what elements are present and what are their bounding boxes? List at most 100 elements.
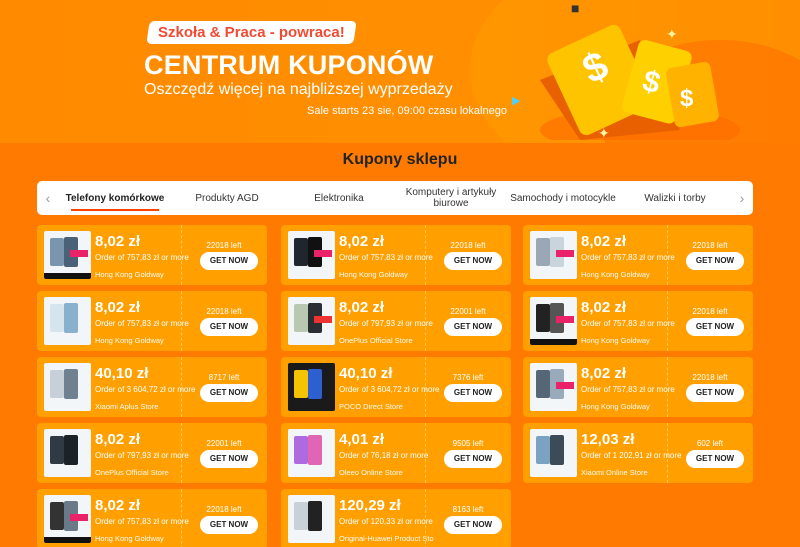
coupon-remaining: 22001 left: [450, 307, 486, 316]
chevron-right-icon[interactable]: ›: [731, 190, 753, 206]
sale-start-info: Sale starts 23 sie, 09:00 czasu lokalneg…: [307, 105, 507, 117]
coupon-store: Hong Kong Goldway: [95, 534, 164, 543]
coupon-card: 4,01 zł Order of 76,18 zł or more Oleeo …: [281, 423, 511, 483]
coupon-remaining: 22018 left: [450, 241, 486, 250]
product-image: [44, 297, 91, 345]
get-now-button[interactable]: GET NOW: [200, 516, 258, 534]
get-now-button[interactable]: GET NOW: [686, 384, 744, 402]
coupon-min-order: Order of 797,93 zł or more: [339, 319, 433, 328]
coupon-card: 8,02 zł Order of 757,83 zł or more Hong …: [523, 357, 753, 417]
coupon-store: Xiaomi Aplus Store: [95, 402, 159, 411]
coupon-min-order: Order of 757,83 zł or more: [581, 319, 675, 328]
product-image: [288, 495, 335, 543]
get-now-button[interactable]: GET NOW: [444, 450, 502, 468]
get-now-button[interactable]: GET NOW: [444, 516, 502, 534]
get-now-button[interactable]: GET NOW: [200, 252, 258, 270]
coupon-amount: 40,10 zł: [95, 365, 149, 382]
coupon-card: 12,03 zł Order of 1 202,91 zł or more Xi…: [523, 423, 753, 483]
coupon-min-order: Order of 757,83 zł or more: [95, 253, 189, 262]
coupon-amount: 8,02 zł: [581, 365, 627, 382]
coupon-card: 8,02 zł Order of 797,93 zł or more OnePl…: [281, 291, 511, 351]
product-image: [530, 297, 577, 345]
category-tabs: ‹ Telefony komórkowe Produkty AGD Elektr…: [37, 181, 753, 215]
product-image: [44, 363, 91, 411]
coupon-amount: 8,02 zł: [95, 233, 141, 250]
coupon-amount: 8,02 zł: [339, 299, 385, 316]
coupon-remaining: 22018 left: [206, 241, 242, 250]
tab-luggage-bags[interactable]: Walizki i torby: [619, 181, 731, 215]
coupon-store: Hong Kong Goldway: [339, 270, 408, 279]
product-image: [530, 429, 577, 477]
coupon-remaining: 9505 left: [452, 439, 484, 448]
coupon-card: 8,02 zł Order of 757,83 zł or more Hong …: [523, 225, 753, 285]
coupon-remaining: 8717 left: [208, 373, 240, 382]
chevron-left-icon[interactable]: ‹: [37, 190, 59, 206]
coupon-min-order: Order of 757,83 zł or more: [95, 319, 189, 328]
sparkle-icon: ✦: [666, 26, 678, 42]
coupon-illustration: $ $ $: [540, 24, 740, 140]
coupon-store: Hong Kong Goldway: [581, 336, 650, 345]
coupon-min-order: Order of 120,33 zł or more: [339, 517, 433, 526]
coupon-store: OnePlus Official Store: [339, 336, 413, 345]
tab-computers-office[interactable]: Komputery i artykuły biurowe: [395, 181, 507, 215]
coupon-store: OnePlus Official Store: [95, 468, 169, 477]
get-now-button[interactable]: GET NOW: [686, 450, 744, 468]
product-image: [288, 231, 335, 279]
coupon-store: Oleeo Online Store: [339, 468, 403, 477]
coupon-amount: 12,03 zł: [581, 431, 635, 448]
get-now-button[interactable]: GET NOW: [200, 450, 258, 468]
coupon-min-order: Order of 797,93 zł or more: [95, 451, 189, 460]
svg-text:$: $: [680, 85, 694, 112]
hero-title: CENTRUM KUPONÓW: [144, 50, 434, 80]
coupon-store: POCO Direct Store: [339, 402, 403, 411]
get-now-button[interactable]: GET NOW: [686, 252, 744, 270]
coupon-remaining: 22018 left: [692, 307, 728, 316]
tab-mobile-phones[interactable]: Telefony komórkowe: [59, 181, 171, 215]
product-image: [44, 231, 91, 279]
coupon-amount: 4,01 zł: [339, 431, 385, 448]
coupon-store: Hong Kong Goldway: [95, 270, 164, 279]
product-image: [530, 231, 577, 279]
coupon-card: 8,02 zł Order of 757,83 zł or more Hong …: [37, 225, 267, 285]
get-now-button[interactable]: GET NOW: [444, 384, 502, 402]
coupon-amount: 8,02 zł: [581, 233, 627, 250]
coupon-min-order: Order of 757,83 zł or more: [581, 253, 675, 262]
coupon-store: Xiaomi Online Store: [581, 468, 648, 477]
hero-subtitle: Oszczędź więcej na najbliższej wyprzedaż…: [144, 81, 453, 98]
coupon-amount: 120,29 zł: [339, 497, 401, 514]
product-image: [44, 495, 91, 543]
tab-electronics[interactable]: Elektronika: [283, 181, 395, 215]
coupon-remaining: 22018 left: [206, 307, 242, 316]
coupon-store: Hong Kong Goldway: [581, 402, 650, 411]
hero-tagline: Szkoła & Praca - powraca!: [146, 21, 357, 44]
coupon-store: Hong Kong Goldway: [581, 270, 650, 279]
coupon-remaining: 22018 left: [692, 241, 728, 250]
coupon-card: 8,02 zł Order of 757,83 zł or more Hong …: [37, 489, 267, 547]
coupon-min-order: Order of 76,18 zł or more: [339, 451, 429, 460]
get-now-button[interactable]: GET NOW: [686, 318, 744, 336]
coupon-amount: 8,02 zł: [339, 233, 385, 250]
tab-home-appliances[interactable]: Produkty AGD: [171, 181, 283, 215]
coupon-card: 8,02 zł Order of 757,83 zł or more Hong …: [37, 291, 267, 351]
coupon-amount: 8,02 zł: [95, 431, 141, 448]
coupon-remaining: 22018 left: [692, 373, 728, 382]
get-now-button[interactable]: GET NOW: [200, 318, 258, 336]
coupon-store: Hong Kong Goldway: [95, 336, 164, 345]
coupon-card: 120,29 zł Order of 120,33 zł or more Ori…: [281, 489, 511, 547]
get-now-button[interactable]: GET NOW: [200, 384, 258, 402]
get-now-button[interactable]: GET NOW: [444, 318, 502, 336]
coupon-amount: 40,10 zł: [339, 365, 393, 382]
product-image: [288, 429, 335, 477]
sparkle-icon: ✦: [598, 125, 610, 141]
coupon-min-order: Order of 757,83 zł or more: [339, 253, 433, 262]
product-image: [530, 363, 577, 411]
coupon-remaining: 602 left: [696, 439, 724, 448]
coupon-amount: 8,02 zł: [95, 497, 141, 514]
product-image: [288, 297, 335, 345]
coupon-remaining: 7376 left: [452, 373, 484, 382]
tab-automotive[interactable]: Samochody i motocykle: [507, 181, 619, 215]
coupon-card: 8,02 zł Order of 757,83 zł or more Hong …: [281, 225, 511, 285]
get-now-button[interactable]: GET NOW: [444, 252, 502, 270]
coupon-amount: 8,02 zł: [95, 299, 141, 316]
product-image: [288, 363, 335, 411]
